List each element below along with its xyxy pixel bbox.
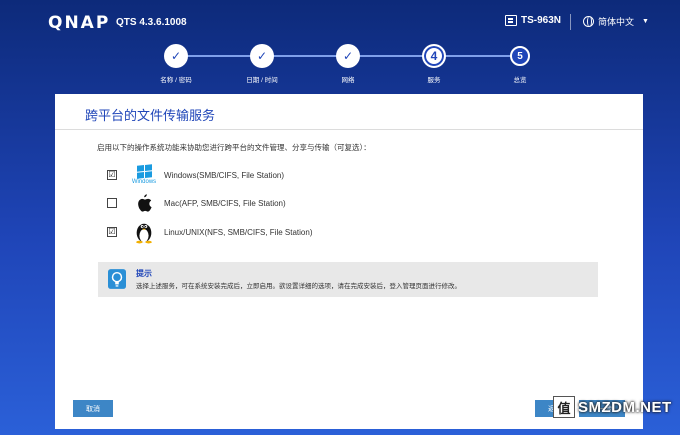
step-5-label: 总览 — [513, 77, 527, 84]
mac-checkbox[interactable] — [107, 198, 117, 208]
windows-option-label: Windows(SMB/CIFS, File Station) — [164, 170, 285, 180]
lightbulb-icon — [108, 269, 126, 289]
linux-tux-icon — [131, 220, 157, 244]
option-linux: ☑ Linux/UNIX(NFS, SMB/CIFS, File Station… — [107, 220, 313, 244]
windows-logo-caption: Windows — [131, 179, 157, 185]
windows-logo-icon: Windows — [131, 164, 157, 185]
cancel-button[interactable]: 取消 — [73, 400, 113, 417]
step-2-check-icon: ✓ — [250, 44, 274, 68]
hint-text: 选择上述服务，可在系统安装完成后，立即启用。欲设置详细的选项，请在完成安装后，登… — [136, 283, 461, 290]
option-windows: ☑ Windows Windows(SMB/CIFS, File Station… — [107, 164, 284, 186]
qnap-logo: QNAP — [48, 13, 111, 33]
windows-checkbox[interactable]: ☑ — [107, 170, 117, 180]
top-bar: QNAP QTS 4.3.6.1008 TS-963N 简体中文 ▼ — [0, 0, 680, 44]
language-selector[interactable]: 简体中文 ▼ — [583, 15, 649, 28]
chevron-down-icon: ▼ — [642, 18, 649, 25]
step-connector — [434, 55, 520, 57]
apple-logo-icon — [131, 193, 157, 213]
linux-option-label: Linux/UNIX(NFS, SMB/CIFS, File Station) — [164, 227, 313, 237]
step-3-check-icon: ✓ — [336, 44, 360, 68]
title-divider — [55, 129, 643, 130]
intro-text: 启用以下的操作系统功能来协助您进行跨平台的文件管理、分享与传输（可复选）： — [97, 143, 371, 152]
smzdm-watermark: 值 SMZDM.NET — [553, 396, 672, 418]
step-1-check-icon: ✓ — [164, 44, 188, 68]
step-5-pending: 5 — [510, 46, 530, 66]
firmware-version: QTS 4.3.6.1008 — [116, 17, 187, 28]
device-model-label: TS-963N — [521, 15, 562, 26]
step-3-label: 网络 — [341, 77, 355, 84]
wizard-steps: ✓ 名称 / 密码 ✓ 日期 / 时间 ✓ 网络 4 服务 5 总览 — [0, 44, 680, 94]
page-title: 跨平台的文件传输服务 — [85, 108, 216, 123]
step-1-label: 名称 / 密码 — [160, 77, 192, 84]
hint-box: 提示 选择上述服务，可在系统安装完成后，立即启用。欲设置详细的选项，请在完成安装… — [98, 262, 598, 297]
device-model: TS-963N — [505, 15, 561, 26]
hint-title: 提示 — [136, 269, 152, 278]
globe-icon — [583, 16, 594, 27]
step-4-label: 服务 — [427, 77, 441, 84]
watermark-badge: 值 — [553, 396, 575, 418]
header-divider — [570, 14, 571, 30]
nas-device-icon — [505, 15, 517, 26]
linux-checkbox[interactable]: ☑ — [107, 227, 117, 237]
wizard-panel: 跨平台的文件传输服务 启用以下的操作系统功能来协助您进行跨平台的文件管理、分享与… — [55, 94, 643, 429]
mac-option-label: Mac(AFP, SMB/CIFS, File Station) — [164, 198, 286, 208]
language-label: 简体中文 — [598, 17, 635, 27]
step-4-current: 4 — [422, 44, 446, 68]
watermark-text: SMZDM.NET — [578, 398, 672, 416]
option-mac: Mac(AFP, SMB/CIFS, File Station) — [107, 192, 286, 214]
step-2-label: 日期 / 时间 — [246, 77, 278, 84]
